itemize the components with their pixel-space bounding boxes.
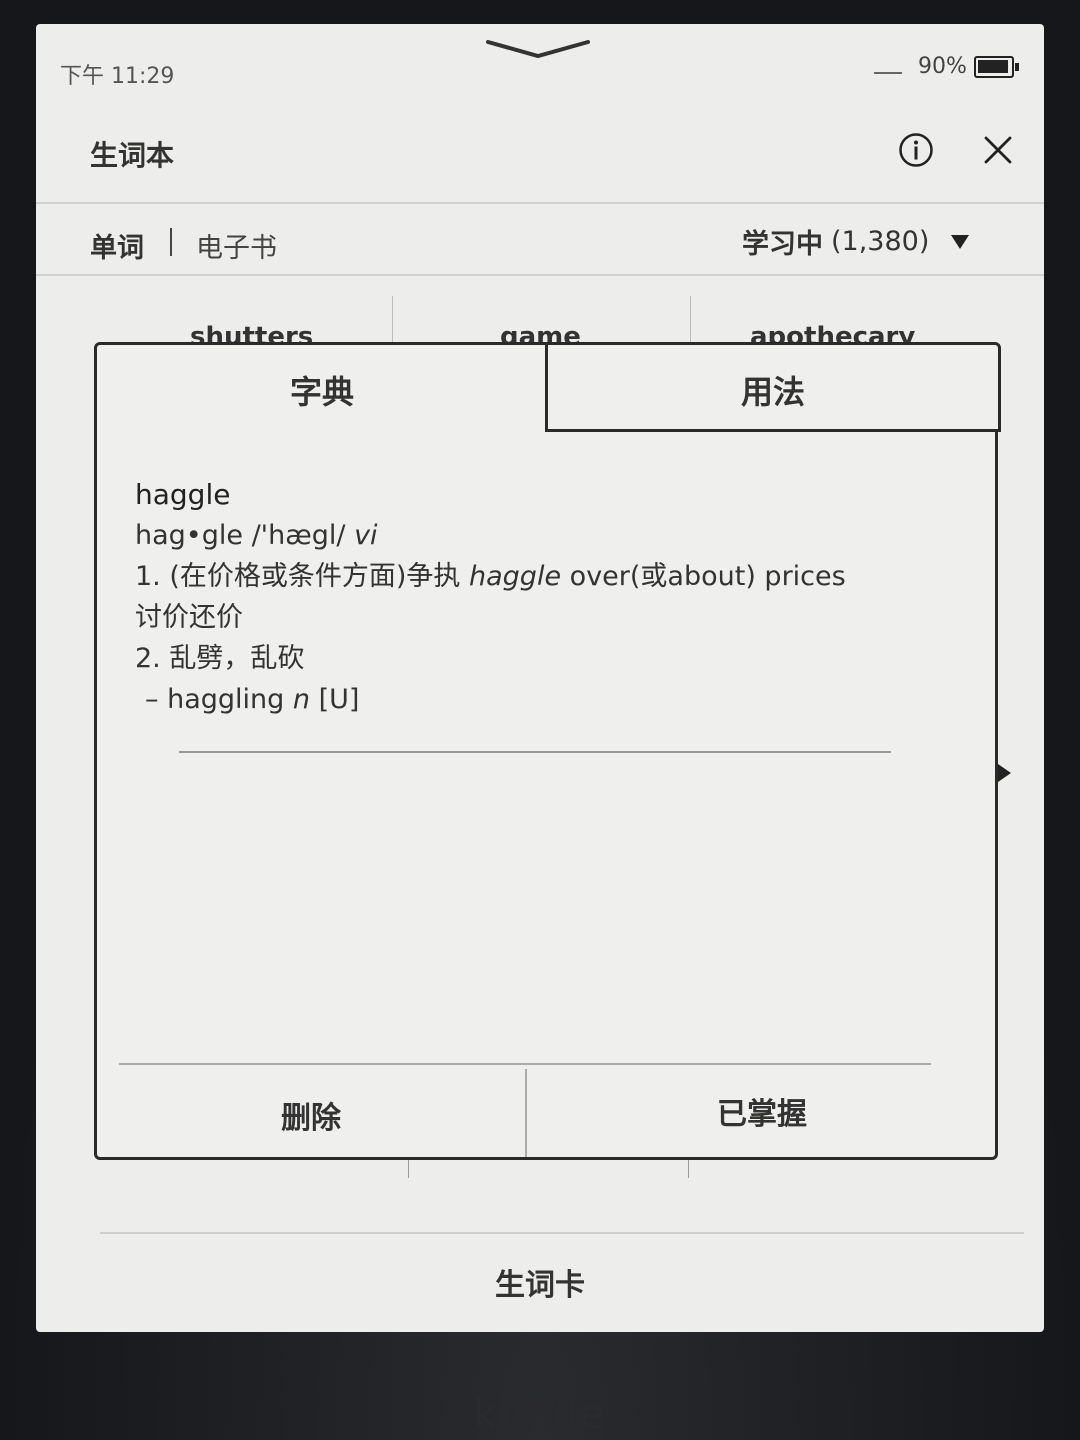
tab-ebooks[interactable]: 电子书 [196,226,277,265]
derived-pos: n [292,684,310,715]
nav-row: 单词 电子书 学习中 (1,380) [36,206,1044,276]
pronunciation-line: hag•gle /'hægl/ vi [135,515,965,556]
sense-1: 1. (在价格或条件方面)争执 haggle over(或about) pric… [135,556,965,597]
battery-percent: 90% [918,54,967,79]
card-divider [392,296,393,342]
card-divider [690,296,691,342]
card-divider [408,1160,409,1178]
tab-usage[interactable]: 用法 [545,342,1001,432]
page-title: 生词本 [90,139,175,172]
caret-down-icon [951,234,970,249]
close-icon[interactable] [982,134,1014,166]
tab-dictionary[interactable]: 字典 [97,345,547,429]
filter-dropdown[interactable]: 学习中 (1,380) [742,222,970,261]
part-of-speech: vi [354,520,378,551]
derived-word: – haggling [145,684,285,715]
tab-words[interactable]: 单词 [90,226,144,265]
card-divider [688,1160,689,1178]
info-icon[interactable] [898,132,934,168]
filter-count: (1,380) [831,226,930,257]
next-page-arrow-icon[interactable] [998,764,1011,782]
ipa: /'hægl/ [251,520,346,551]
definition-divider [179,751,891,753]
derived-suffix: [U] [318,684,360,715]
sense-1-prefix: 1. (在价格或条件方面)争执 [135,561,461,592]
tab-separator [170,228,172,256]
wifi-off-icon [874,72,902,74]
title-bar: 生词本 [36,116,1044,204]
word-detail-popup: 字典 用法 haggle hag•gle /'hægl/ vi 1. (在价格或… [94,342,1001,1160]
kindle-logo: kindle [473,1392,607,1438]
footer-divider [100,1232,1024,1234]
delete-button[interactable]: 删除 [97,1067,525,1159]
pull-down-chevron-icon[interactable] [486,38,590,62]
kindle-screen: 下午 11:29 90% 生词本 单词 电子书 学习中 (1,380) shut… [36,24,1044,1332]
derived-form: – haggling n [U] [135,679,965,720]
flashcards-button[interactable]: 生词卡 [36,1260,1044,1304]
headword: haggle [135,478,231,511]
sense-2: 2. 乱劈，乱砍 [135,643,305,674]
battery-icon [974,56,1019,78]
definition-area: haggle hag•gle /'hægl/ vi 1. (在价格或条件方面)争… [135,475,965,720]
sense-1-example: haggle [469,561,562,592]
sense-1-suffix: over(或about) prices [569,561,846,592]
filter-label: 学习中 [742,229,823,260]
mastered-button[interactable]: 已掌握 [527,1067,997,1159]
sense-1-translation: 讨价还价 [135,602,243,633]
popup-footer-divider [119,1063,931,1065]
status-time: 下午 11:29 [60,64,175,89]
syllables: hag•gle [135,520,243,551]
